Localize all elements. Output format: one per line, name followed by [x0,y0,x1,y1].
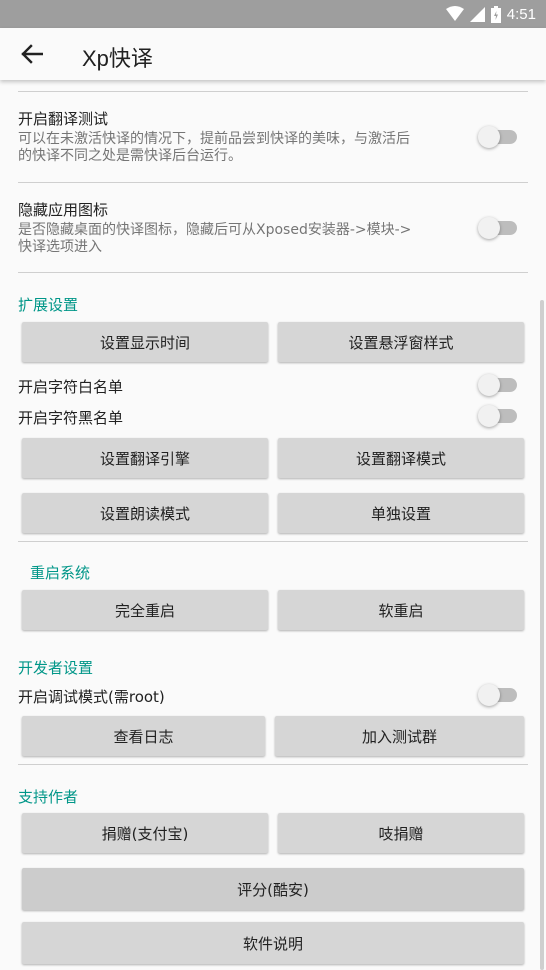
set-read-mode-button[interactable]: 设置朗读模式 [22,493,268,533]
join-test-group-button[interactable]: 加入测试群 [275,716,524,756]
section-header-extension: 扩展设置 [18,296,79,314]
debug-mode-switch[interactable] [478,684,518,706]
blacklist-switch[interactable] [478,405,518,427]
status-time: 4:51 [506,5,536,23]
signal-icon [469,6,485,22]
hide-icon-switch[interactable] [478,217,518,239]
full-reboot-button[interactable]: 完全重启 [22,590,268,630]
blacklist-label: 开启字符黑名单 [18,409,124,427]
debug-mode-label: 开启调试模式(需root) [18,688,165,706]
status-bar: 4:51 [0,0,546,28]
set-mode-button[interactable]: 设置翻译模式 [278,438,524,478]
section-header-support: 支持作者 [18,788,79,806]
divider [18,541,528,542]
set-engine-button[interactable]: 设置翻译引擎 [22,438,268,478]
arrow-left-icon [21,44,43,64]
translate-test-switch[interactable] [478,126,518,148]
soft-reboot-button[interactable]: 软重启 [278,590,524,630]
scrollbar[interactable] [540,300,544,970]
toolbar: Xp快译 [0,28,546,80]
battery-icon [490,5,501,23]
whitelist-label: 开启字符白名单 [18,378,124,396]
wifi-icon [445,6,464,21]
pref-title: 隐藏应用图标 [18,201,109,219]
page-title: Xp快译 [82,46,153,71]
status-icons: 4:51 [445,4,536,24]
pref-summary: 可以在未激活快译的情况下，提前品尝到快译的美味，与激活后的快译不同之处是需快译后… [18,131,410,164]
pref-summary: 是否隐藏桌面的快译图标，隐藏后可从Xposed安装器->模块->快译选项进入 [18,222,412,255]
whitelist-switch[interactable] [478,374,518,396]
section-header-reboot: 重启系统 [30,564,91,582]
divider [18,764,528,765]
rate-coolapk-button[interactable]: 评分(酷安) [22,868,524,910]
pref-title: 开启翻译测试 [18,110,109,128]
divider [18,272,528,273]
divider [18,182,528,183]
set-display-time-button[interactable]: 设置显示时间 [22,322,268,362]
donate-alipay-button[interactable]: 捐赠(支付宝) [22,813,268,853]
donate-button[interactable]: 吱捐赠 [278,813,524,853]
section-header-developer: 开发者设置 [18,659,94,677]
back-button[interactable] [12,36,52,72]
set-float-style-button[interactable]: 设置悬浮窗样式 [278,322,524,362]
individual-settings-button[interactable]: 单独设置 [278,493,524,533]
divider [18,91,528,92]
software-manual-button[interactable]: 软件说明 [22,922,524,964]
view-log-button[interactable]: 查看日志 [22,716,265,756]
